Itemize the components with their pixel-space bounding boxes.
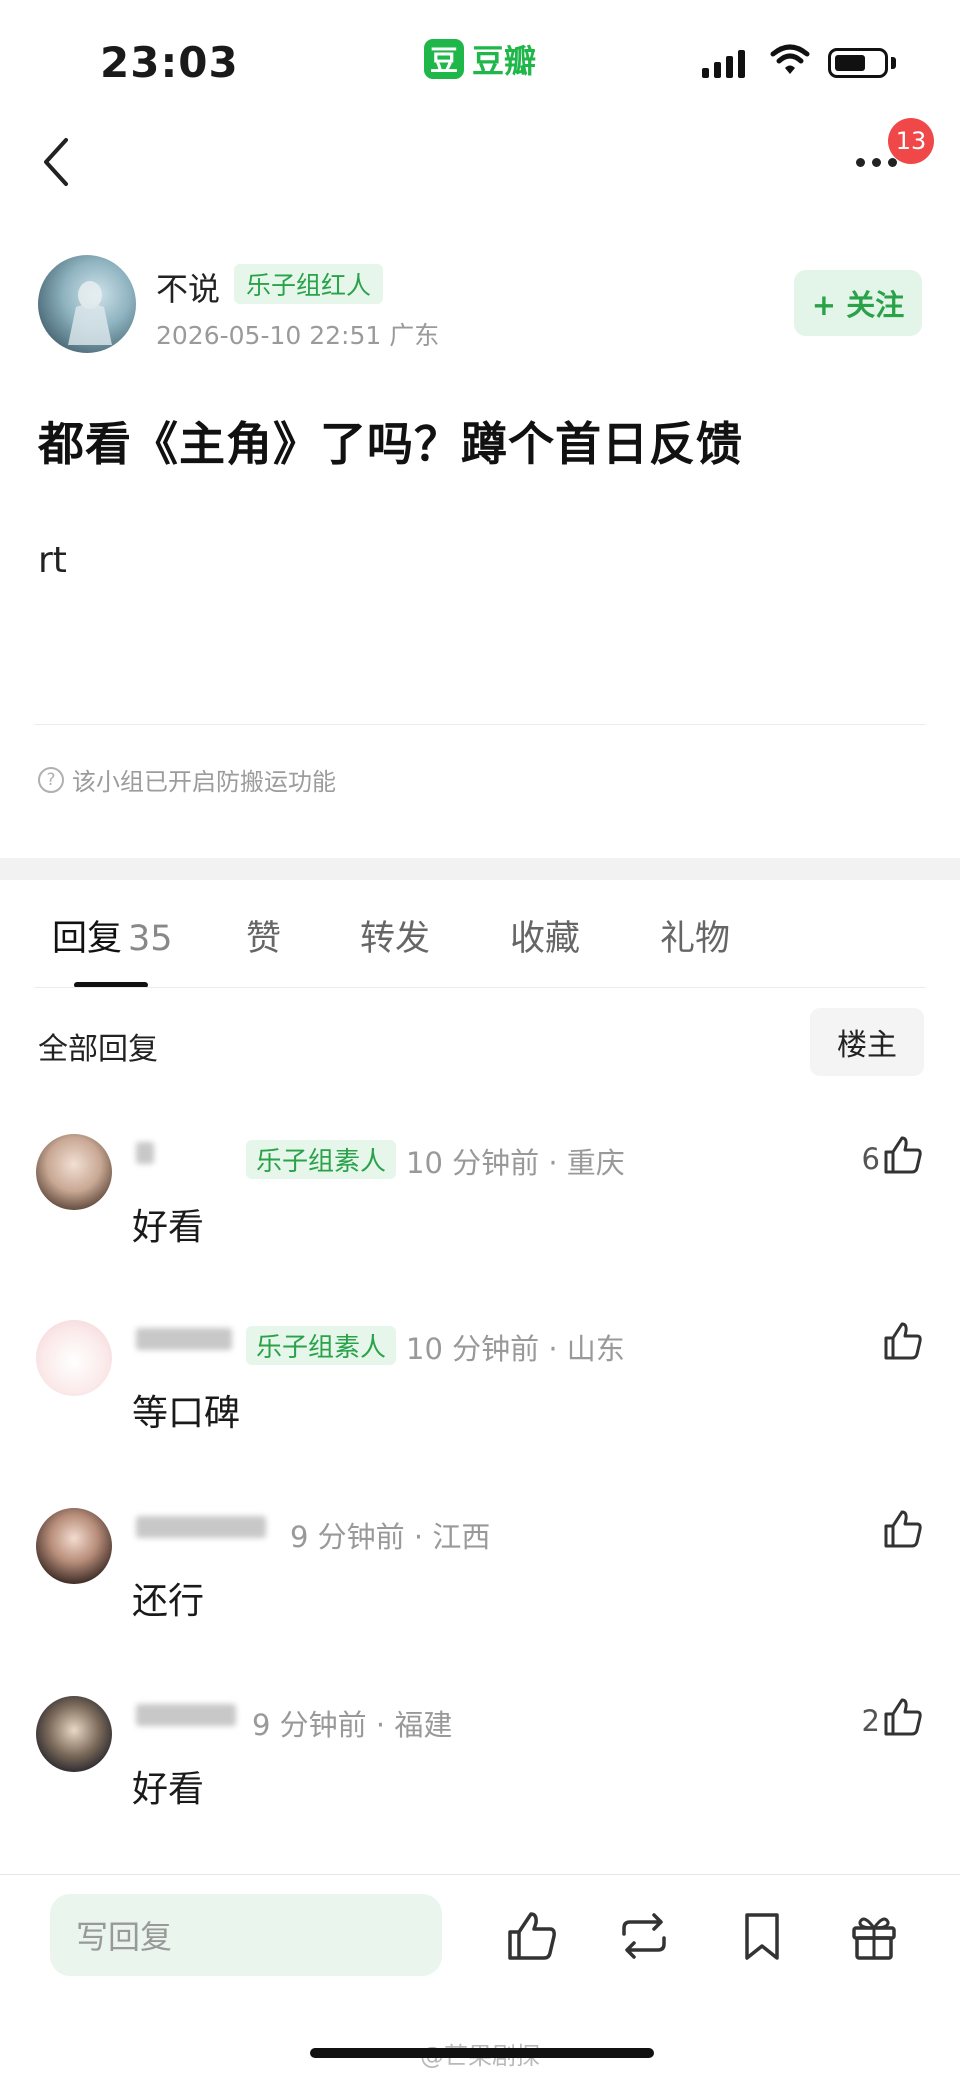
follow-button[interactable]: + 关注 xyxy=(794,270,922,336)
like-icon[interactable] xyxy=(882,1320,924,1362)
section-gap xyxy=(0,858,960,880)
commenter-avatar[interactable] xyxy=(36,1508,112,1584)
commenter-group-tag: 乐子组素人 xyxy=(246,1140,397,1179)
author-name[interactable]: 不说 xyxy=(156,264,220,310)
comment-text: 好看 xyxy=(132,1769,205,1810)
notice-text: 该小组已开启防搬运功能 xyxy=(72,768,336,796)
comment-text: 好看 xyxy=(132,1207,205,1248)
battery-icon xyxy=(828,48,888,78)
comment-item: 乐子组素人 10 分钟前 · 重庆 好看 6 xyxy=(0,1134,960,1284)
commenter-avatar[interactable] xyxy=(36,1134,112,1210)
divider xyxy=(34,724,926,725)
comment-like-count: 6 xyxy=(861,1142,880,1176)
like-icon[interactable] xyxy=(882,1508,924,1550)
all-replies-label: 全部回复 xyxy=(38,1032,158,1067)
bookmark-icon[interactable] xyxy=(734,1908,790,1964)
commenter-group-tag: 乐子组素人 xyxy=(246,1326,397,1365)
like-icon[interactable] xyxy=(882,1696,924,1738)
post-tabs: 回复 35 赞 转发 收藏 礼物 xyxy=(0,910,960,990)
wifi-icon xyxy=(770,44,810,74)
tab-replies-count: 35 xyxy=(128,919,173,959)
app-name: 豆瓣 xyxy=(472,42,537,80)
douban-logo-icon: 豆 xyxy=(424,39,464,79)
comment-text: 等口碑 xyxy=(132,1393,241,1434)
comment-item: 9 分钟前 · 江西 还行 xyxy=(0,1508,960,1658)
comment-meta: 9 分钟前 · 江西 xyxy=(290,1520,491,1554)
tab-gifts[interactable]: 礼物 xyxy=(660,910,730,961)
tab-likes[interactable]: 赞 xyxy=(246,910,281,961)
comment-meta: 9 分钟前 · 福建 xyxy=(252,1708,453,1742)
comment-item: 乐子组素人 10 分钟前 · 山东 等口碑 xyxy=(0,1320,960,1470)
back-icon[interactable] xyxy=(34,132,84,192)
reply-input[interactable]: 写回复 xyxy=(50,1894,442,1976)
tab-replies[interactable]: 回复 35 xyxy=(52,910,173,961)
status-bar: 23:03 豆 豆瓣 xyxy=(0,0,960,110)
like-icon[interactable] xyxy=(882,1134,924,1176)
comment-item: 9 分钟前 · 福建 好看 2 xyxy=(0,1696,960,1846)
like-icon[interactable] xyxy=(504,1908,560,1964)
divider xyxy=(34,987,926,988)
commenter-name-redacted xyxy=(136,1516,266,1546)
battery-tip xyxy=(891,57,896,69)
app-indicator: 豆 豆瓣 xyxy=(424,36,536,82)
commenter-name-redacted xyxy=(136,1142,236,1172)
tab-replies-label: 回复 xyxy=(52,919,123,959)
commenter-avatar[interactable] xyxy=(36,1696,112,1772)
commenter-name-redacted xyxy=(136,1328,236,1358)
comment-meta: 10 分钟前 · 山东 xyxy=(406,1332,625,1366)
repost-icon[interactable] xyxy=(616,1908,672,1964)
anti-repost-notice: ? 该小组已开启防搬运功能 xyxy=(38,762,336,797)
notification-badge: 13 xyxy=(888,118,934,164)
comment-text: 还行 xyxy=(132,1581,205,1622)
signal-icon xyxy=(702,48,745,78)
tab-reposts[interactable]: 转发 xyxy=(360,910,430,961)
post-meta: 2026-05-10 22:51 广东 xyxy=(156,321,440,350)
author-avatar[interactable] xyxy=(38,255,136,353)
author-group-tag: 乐子组红人 xyxy=(234,264,384,304)
bottom-bar-divider xyxy=(0,1874,960,1875)
commenter-name-redacted xyxy=(136,1704,236,1734)
tab-favorites[interactable]: 收藏 xyxy=(510,910,580,961)
op-only-filter-button[interactable]: 楼主 xyxy=(810,1008,924,1076)
post-title: 都看《主角》了吗？蹲个首日反馈 xyxy=(38,417,743,471)
gift-icon[interactable] xyxy=(846,1908,902,1964)
comment-meta: 10 分钟前 · 重庆 xyxy=(406,1146,625,1180)
home-indicator xyxy=(310,2048,654,2058)
commenter-avatar[interactable] xyxy=(36,1320,112,1396)
status-time: 23:03 xyxy=(100,38,239,87)
comment-like-count: 2 xyxy=(861,1704,880,1738)
post-body: rt xyxy=(38,540,67,581)
question-icon: ? xyxy=(38,766,64,793)
